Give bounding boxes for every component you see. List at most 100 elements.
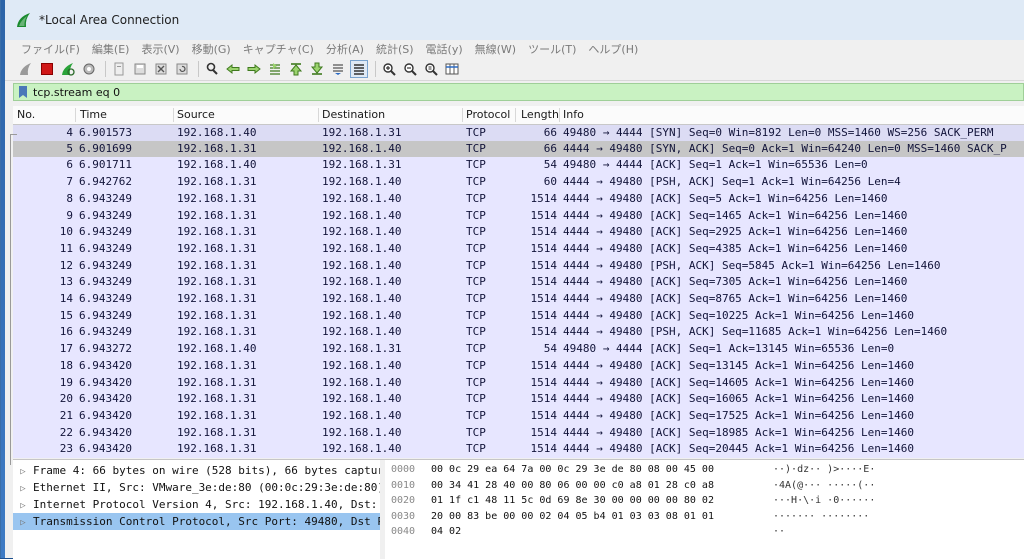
stop-square-icon — [41, 63, 53, 75]
packet-row[interactable]: 15 6.943249 192.168.1.31 192.168.1.40 TC… — [13, 308, 1024, 325]
start-capture-button[interactable] — [17, 60, 35, 78]
column-header-time[interactable]: Time — [80, 106, 107, 124]
zoom-in-button[interactable] — [380, 60, 398, 78]
packet-row[interactable]: 17 6.943272 192.168.1.40 192.168.1.31 TC… — [13, 341, 1024, 358]
open-file-button[interactable] — [110, 60, 128, 78]
packet-no: 14 — [59, 292, 73, 305]
wireshark-window: *Local Area Connection ファイル(F) 編集(E) 表示(… — [0, 0, 1024, 559]
bookmark-icon[interactable] — [17, 85, 29, 99]
find-packet-button[interactable] — [203, 60, 221, 78]
packet-row[interactable]: 20 6.943420 192.168.1.31 192.168.1.40 TC… — [13, 391, 1024, 408]
detail-ipv4[interactable]: ▷ Internet Protocol Version 4, Src: 192.1… — [13, 496, 380, 513]
packet-row[interactable]: 18 6.943420 192.168.1.31 192.168.1.40 TC… — [13, 358, 1024, 375]
menu-capture[interactable]: キャプチャ(C) — [243, 41, 314, 57]
packet-row[interactable]: 11 6.943249 192.168.1.31 192.168.1.40 TC… — [13, 241, 1024, 258]
last-packet-button[interactable] — [308, 60, 326, 78]
go-to-packet-button[interactable] — [266, 60, 284, 78]
go-back-button[interactable] — [224, 60, 242, 78]
bytes-row[interactable]: 0020 01 1f c1 48 11 5c 0d 69 8e 30 00 00 … — [391, 493, 875, 509]
column-header-source[interactable]: Source — [177, 106, 215, 124]
packet-protocol: TCP — [466, 325, 486, 339]
detail-frame[interactable]: ▷ Frame 4: 66 bytes on wire (528 bits), 6… — [13, 462, 380, 479]
packet-row-selected[interactable]: 5 6.901699 192.168.1.31 192.168.1.40 TCP… — [13, 140, 1024, 158]
packet-time: 6.943420 — [79, 425, 132, 439]
packet-bytes-pane[interactable]: 0000 00 0c 29 ea 64 7a 00 0c 29 3e de 80 … — [385, 460, 1024, 559]
packet-row[interactable]: 13 6.943249 192.168.1.31 192.168.1.40 TC… — [13, 274, 1024, 291]
packet-row[interactable]: 12 6.943249 192.168.1.31 192.168.1.40 TC… — [13, 258, 1024, 275]
packet-row[interactable]: 16 6.943249 192.168.1.31 192.168.1.40 TC… — [13, 324, 1024, 341]
go-forward-button[interactable] — [245, 60, 263, 78]
menu-wireless[interactable]: 無線(W) — [475, 41, 516, 57]
menu-telephony[interactable]: 電話(y) — [426, 41, 463, 57]
packet-source: 192.168.1.31 — [177, 408, 257, 422]
column-divider[interactable] — [318, 108, 319, 122]
menu-analyze[interactable]: 分析(A) — [326, 41, 364, 57]
packet-row[interactable]: 22 6.943420 192.168.1.31 192.168.1.40 TC… — [13, 425, 1024, 442]
packet-destination: 192.168.1.40 — [322, 392, 402, 406]
display-filter-input[interactable]: tcp.stream eq 0 — [33, 86, 120, 99]
menu-statistics[interactable]: 統計(S) — [376, 41, 414, 57]
packet-time: 6.943420 — [79, 442, 132, 456]
packet-row[interactable]: 9 6.943249 192.168.1.31 192.168.1.40 TCP… — [13, 208, 1024, 225]
bytes-row[interactable]: 0010 00 34 41 28 40 00 80 06 00 00 c0 a8 … — [391, 478, 875, 494]
packet-row[interactable]: 4 6.901573 192.168.1.40 192.168.1.31 TCP… — [13, 124, 1024, 142]
detail-ethernet[interactable]: ▷ Ethernet II, Src: VMware_3e:de:80 (00:0… — [13, 479, 380, 496]
bytes-row[interactable]: 0040 04 02 ·· — [391, 524, 785, 540]
close-file-button[interactable] — [152, 60, 170, 78]
packet-protocol: TCP — [466, 208, 486, 222]
column-header-destination[interactable]: Destination — [322, 106, 385, 124]
zoom-in-icon — [383, 63, 396, 76]
resize-columns-button[interactable] — [443, 60, 461, 78]
packet-source: 192.168.1.31 — [177, 292, 257, 305]
detail-tcp-selected[interactable]: ▷ Transmission Control Protocol, Src Port… — [13, 513, 380, 530]
bytes-row[interactable]: 0000 00 0c 29 ea 64 7a 00 0c 29 3e de 80 … — [391, 462, 875, 478]
packet-source: 192.168.1.31 — [177, 425, 257, 439]
zoom-out-button[interactable] — [401, 60, 419, 78]
menu-view[interactable]: 表示(V) — [141, 41, 179, 57]
autoscroll-button[interactable] — [329, 60, 347, 78]
column-divider[interactable] — [75, 108, 76, 122]
reload-file-button[interactable] — [173, 60, 191, 78]
packet-details-pane[interactable]: ▷ Frame 4: 66 bytes on wire (528 bits), 6… — [13, 460, 381, 559]
packet-length: 66 — [543, 126, 557, 139]
bytes-row[interactable]: 0030 20 00 83 be 00 00 02 04 05 b4 01 03 … — [391, 509, 869, 525]
packet-row[interactable]: 7 6.942762 192.168.1.31 192.168.1.40 TCP… — [13, 174, 1024, 191]
column-header-no[interactable]: No. — [17, 106, 35, 124]
stop-capture-button[interactable] — [38, 60, 56, 78]
colorize-button[interactable] — [350, 60, 368, 78]
packet-time: 6.901699 — [79, 141, 132, 155]
restart-capture-button[interactable] — [59, 60, 77, 78]
column-header-length[interactable]: Length — [521, 106, 559, 124]
save-file-button[interactable] — [131, 60, 149, 78]
column-header-info[interactable]: Info — [563, 106, 584, 124]
packet-row[interactable]: 10 6.943249 192.168.1.31 192.168.1.40 TC… — [13, 224, 1024, 241]
normal-size-button[interactable] — [422, 60, 440, 78]
packet-row[interactable]: 6 6.901711 192.168.1.40 192.168.1.31 TCP… — [13, 157, 1024, 174]
packet-row[interactable]: 19 6.943420 192.168.1.31 192.168.1.40 TC… — [13, 375, 1024, 392]
menu-help[interactable]: ヘルプ(H) — [588, 41, 638, 57]
menu-file[interactable]: ファイル(F) — [21, 41, 80, 57]
column-divider[interactable] — [515, 108, 516, 122]
packet-length: 1514 — [530, 225, 558, 239]
first-packet-button[interactable] — [287, 60, 305, 78]
column-divider[interactable] — [173, 108, 174, 122]
packet-destination: 192.168.1.40 — [322, 191, 402, 205]
packet-protocol: TCP — [466, 275, 486, 289]
packet-row[interactable]: 14 6.943249 192.168.1.31 192.168.1.40 TC… — [13, 291, 1024, 308]
column-divider[interactable] — [462, 108, 463, 122]
column-header-protocol[interactable]: Protocol — [466, 106, 510, 124]
packet-protocol: TCP — [466, 292, 486, 305]
capture-options-button[interactable] — [80, 60, 98, 78]
display-filter-bar[interactable]: tcp.stream eq 0 — [13, 83, 1024, 101]
packet-row[interactable]: 21 6.943420 192.168.1.31 192.168.1.40 TC… — [13, 408, 1024, 425]
wireshark-fin-icon — [17, 13, 30, 27]
column-divider[interactable] — [559, 108, 560, 122]
menu-go[interactable]: 移動(G) — [192, 41, 231, 57]
packet-row[interactable]: 8 6.943249 192.168.1.31 192.168.1.40 TCP… — [13, 191, 1024, 208]
menu-edit[interactable]: 編集(E) — [92, 41, 130, 57]
packet-list[interactable]: 4 6.901573 192.168.1.40 192.168.1.31 TCP… — [13, 124, 1024, 458]
menu-tools[interactable]: ツール(T) — [528, 41, 576, 57]
packet-row[interactable]: 23 6.943420 192.168.1.31 192.168.1.40 TC… — [13, 441, 1024, 458]
title-bar[interactable]: *Local Area Connection — [5, 0, 1024, 40]
expand-arrow-icon[interactable]: ▷ — [13, 515, 33, 532]
